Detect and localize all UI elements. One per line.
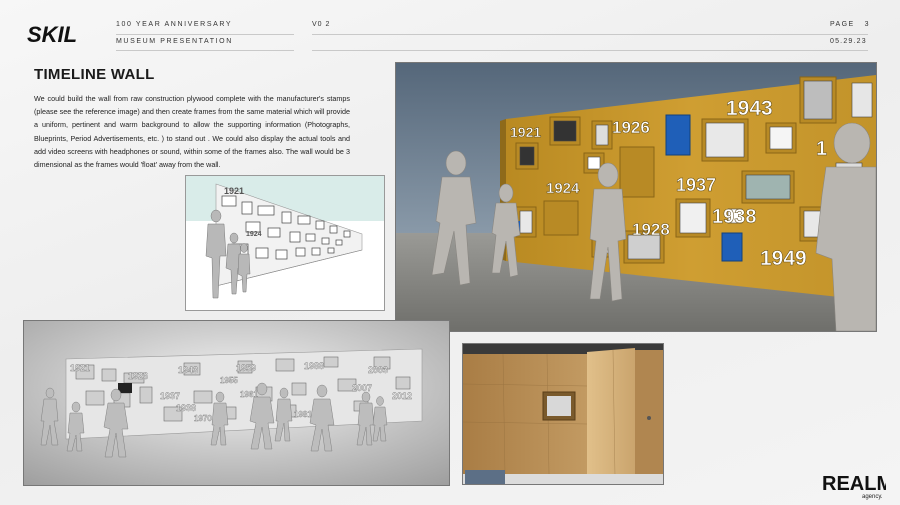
render-year: 1928 [632,220,670,239]
long-year: 2007 [352,383,372,393]
render-year: 1943 [726,97,773,120]
header-version: V0 2 [312,21,331,28]
timeline-wall-render: 1921 1926 1943 1924 1937 1928 1938 1949 … [395,62,877,332]
header-presentation: MUSEUM PRESENTATION [116,38,233,45]
page-label: PAGE [830,21,855,28]
long-year: 1937 [160,391,180,401]
header-divider [312,34,868,35]
render-year: 1924 [546,180,580,197]
skil-logo-text: SKIL [27,22,77,46]
render-year: 1926 [612,118,650,137]
realm-agency-logo: REALM agency. [822,473,886,500]
realm-logo-text: REALM [822,473,886,495]
long-year: 1955 [220,376,238,385]
long-wall-render: 1921 1926 1943 1959 1988 2003 1937 1938 … [23,320,450,486]
header-date: 05.29.23 [830,38,867,45]
render-year: 1949 [760,247,807,270]
sketch-year: 1924 [246,231,262,238]
header-divider [312,50,868,51]
header-divider [116,34,294,35]
render-year: 1 [816,138,827,160]
plywood-reference-photo [462,343,664,485]
long-year: 1959 [236,363,256,373]
long-year: 1926 [128,371,148,381]
header-anniversary: 100 YEAR ANNIVERSARY [116,21,233,28]
page-number: 3 [864,21,870,28]
header-page: PAGE 3 [830,21,870,28]
long-year: 1943 [178,365,198,375]
sketch-render: 1921 1924 [185,175,385,311]
section-body: We could build the wall from raw constru… [34,94,350,170]
sketch-year: 1921 [224,186,244,196]
skil-logo: SKIL [27,22,77,46]
long-year: 1921 [70,363,90,373]
render-year: 1921 [510,124,541,140]
long-year: 1970 [194,414,212,423]
long-year: 2003 [368,365,388,375]
long-year: 1981 [294,410,312,419]
render-year: 1938 [712,206,757,228]
render-year: 1937 [676,175,716,195]
section-title: TIMELINE WALL [34,66,155,83]
long-year: 1988 [304,361,324,371]
long-year: 1938 [176,403,196,413]
realm-logo-sub: agency. [862,494,883,500]
header-divider [116,50,294,51]
long-year: 2012 [392,391,412,401]
